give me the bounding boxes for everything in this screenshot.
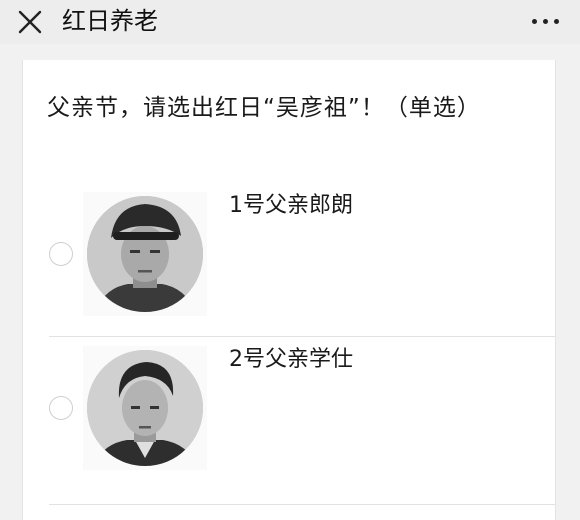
- option-1-photo: [83, 192, 207, 316]
- more-dots-icon: [532, 19, 537, 24]
- option-2[interactable]: 2号父亲学仕: [23, 338, 555, 508]
- option-1-radio[interactable]: [49, 242, 73, 266]
- close-icon: [18, 10, 42, 34]
- app-title: 红日养老: [62, 7, 158, 35]
- close-button[interactable]: [14, 6, 46, 38]
- survey-card: 父亲节，请选出红日“吴彦祖”！（单选） 1号父亲郎朗 2号父亲学仕: [22, 60, 556, 520]
- more-button[interactable]: [526, 8, 566, 34]
- top-bar: 红日养老: [0, 0, 580, 44]
- option-2-radio[interactable]: [49, 396, 73, 420]
- option-2-label: 2号父亲学仕: [229, 347, 353, 372]
- option-divider-bottom: [49, 504, 555, 505]
- option-1-label: 1号父亲郎朗: [229, 193, 353, 218]
- option-2-photo: [83, 346, 207, 470]
- option-1[interactable]: 1号父亲郎朗: [23, 184, 555, 354]
- portrait-image: [87, 350, 203, 466]
- option-divider: [49, 336, 555, 337]
- question-text: 父亲节，请选出红日“吴彦祖”！（单选）: [47, 95, 481, 121]
- portrait-image: [87, 196, 203, 312]
